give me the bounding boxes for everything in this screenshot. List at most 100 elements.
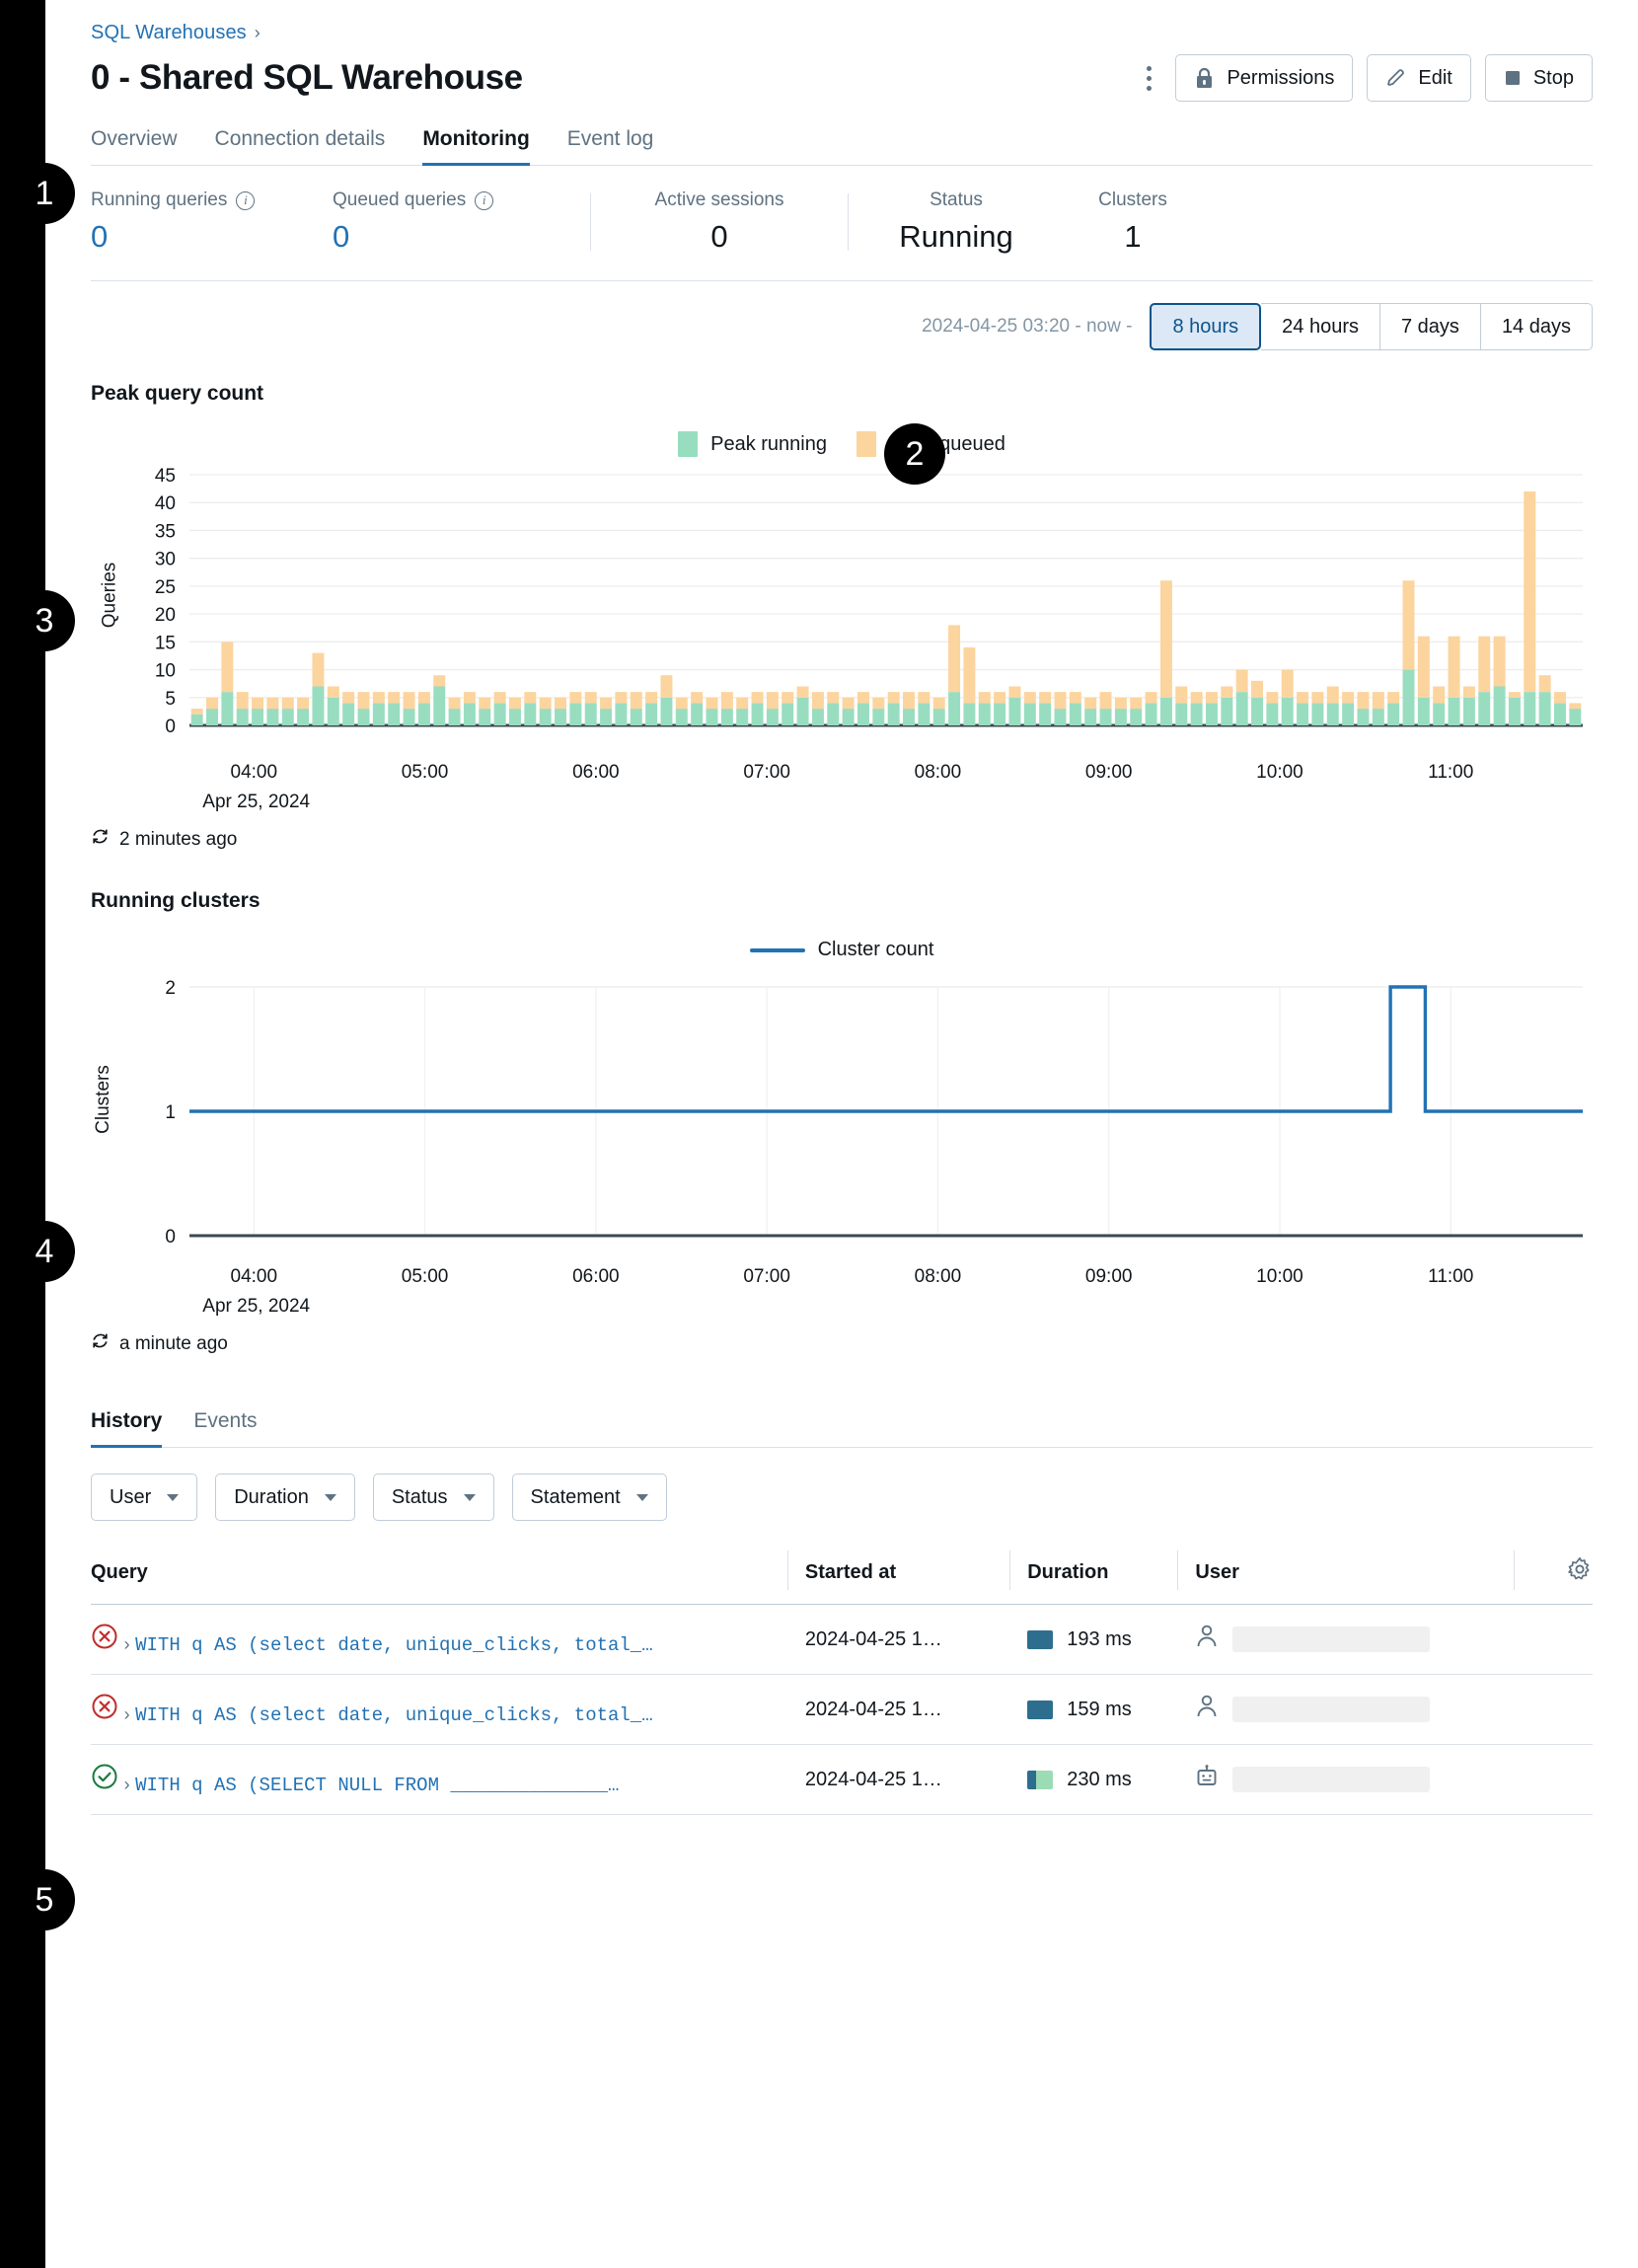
clusters-chart-xtick: 05:00 xyxy=(401,1266,449,1287)
edit-button[interactable]: Edit xyxy=(1367,54,1471,102)
column-header-query[interactable]: Query xyxy=(91,1543,787,1605)
stat-active-sessions-label: Active sessions xyxy=(654,189,784,210)
legend-swatch-peak-running xyxy=(678,431,699,457)
column-header-duration-label: Duration xyxy=(1027,1560,1109,1583)
expand-row-icon[interactable]: › xyxy=(124,1634,130,1654)
filter-duration[interactable]: Duration xyxy=(215,1474,355,1521)
peak-chart-refresh[interactable]: 2 minutes ago xyxy=(91,827,1593,852)
chevron-down-icon xyxy=(167,1493,180,1501)
legend-swatch-cluster-count xyxy=(749,947,805,952)
column-header-user[interactable]: User xyxy=(1177,1543,1514,1605)
peak-chart-xtick: 11:00 xyxy=(1428,762,1474,783)
peak-chart-xtick: 04:00 xyxy=(230,762,278,783)
tab-bar: Overview Connection details Monitoring E… xyxy=(91,127,1593,166)
tab-history[interactable]: History xyxy=(91,1409,163,1448)
clusters-chart-legend: Cluster count xyxy=(91,939,1593,961)
query-text[interactable]: WITH q AS (select date, unique_clicks, t… xyxy=(135,1634,653,1656)
column-header-settings[interactable] xyxy=(1513,1543,1593,1605)
gear-icon[interactable] xyxy=(1567,1556,1593,1587)
running-clusters-chart[interactable]: Clusters 0 1 2 04:00 05:00 06:00 07:00 08:00 09… xyxy=(91,971,1593,1325)
time-range-24-hours[interactable]: 24 hours xyxy=(1261,303,1380,350)
status-error-icon xyxy=(91,1624,124,1655)
svg-text:5: 5 xyxy=(165,689,176,710)
filter-status[interactable]: Status xyxy=(372,1474,494,1521)
svg-text:10: 10 xyxy=(155,661,176,682)
refresh-icon xyxy=(91,1331,110,1356)
svg-text:1: 1 xyxy=(165,1102,176,1123)
time-range-14-days[interactable]: 14 days xyxy=(1480,303,1593,350)
peak-chart-xtick: 10:00 xyxy=(1256,762,1303,783)
query-text[interactable]: WITH q AS (select date, unique_clicks, t… xyxy=(135,1704,653,1726)
column-header-started-at-label: Started at xyxy=(804,1560,897,1583)
time-range-7-days[interactable]: 7 days xyxy=(1380,303,1481,350)
tab-monitoring[interactable]: Monitoring xyxy=(422,127,530,166)
cell-user xyxy=(1177,1604,1514,1675)
svg-text:30: 30 xyxy=(155,550,176,570)
cell-query[interactable]: › WITH q AS (SELECT NULL FROM __________… xyxy=(91,1744,787,1815)
clusters-chart-refresh-text: a minute ago xyxy=(119,1332,228,1354)
time-range-text: 2024-04-25 03:20 - now - xyxy=(922,316,1133,337)
more-options-icon[interactable] xyxy=(1136,61,1161,95)
step-badge-3: 3 xyxy=(14,590,75,651)
stat-active-sessions-value: 0 xyxy=(710,219,728,254)
stop-button-label: Stop xyxy=(1532,66,1574,89)
peak-chart-xtick: 05:00 xyxy=(401,762,449,783)
filter-statement[interactable]: Statement xyxy=(511,1474,667,1521)
query-text[interactable]: WITH q AS (SELECT NULL FROM ____________… xyxy=(135,1775,619,1796)
lock-icon xyxy=(1194,67,1215,90)
cell-query[interactable]: › WITH q AS (select date, unique_clicks,… xyxy=(91,1674,787,1745)
breadcrumb-separator-icon: › xyxy=(254,23,261,42)
info-icon[interactable]: i xyxy=(475,190,494,210)
stop-square-icon xyxy=(1504,69,1522,87)
robot-icon xyxy=(1195,1764,1219,1795)
column-header-started-at[interactable]: Started at xyxy=(786,1543,1010,1605)
stat-active-sessions: Active sessions 0 xyxy=(591,189,848,255)
stat-queued-queries-label-wrap: Queued queries i xyxy=(333,189,584,211)
time-range-8-hours[interactable]: 8 hours xyxy=(1150,303,1262,350)
permissions-button[interactable]: Permissions xyxy=(1175,54,1354,102)
time-range-row: 2024-04-25 03:20 - now - 8 hours 24 hour… xyxy=(91,281,1593,364)
page-root: SQL Warehouses › 0 - Shared SQL Warehouse… xyxy=(45,0,1638,2268)
clusters-chart-refresh[interactable]: a minute ago xyxy=(91,1331,1593,1356)
tab-events[interactable]: Events xyxy=(193,1409,257,1448)
tab-overview[interactable]: Overview xyxy=(91,127,178,166)
peak-chart-legend: Peak running Peak queued xyxy=(91,431,1593,457)
bottom-tab-bar: History Events xyxy=(91,1409,1593,1448)
tab-connection-details[interactable]: Connection details xyxy=(215,127,386,166)
column-header-duration[interactable]: Duration xyxy=(1009,1543,1178,1605)
duration-text: 159 ms xyxy=(1067,1698,1132,1720)
clusters-chart-xtick: 07:00 xyxy=(743,1266,790,1287)
svg-text:35: 35 xyxy=(155,521,176,542)
table-row[interactable]: › WITH q AS (select date, unique_clicks,… xyxy=(91,1604,1593,1675)
stat-running-queries-label-wrap: Running queries i xyxy=(91,189,333,211)
peak-query-count-chart[interactable]: Queries 0 5 10 15 20 25 30 35 40 45 04:00 05:00 06:… xyxy=(91,466,1593,821)
filter-user[interactable]: User xyxy=(91,1474,198,1521)
clusters-chart-xtick: 06:00 xyxy=(572,1266,620,1287)
clusters-chart-xtick: 09:00 xyxy=(1084,1266,1133,1287)
stop-button[interactable]: Stop xyxy=(1484,54,1593,102)
stat-status-label: Status xyxy=(930,189,983,210)
filter-user-label: User xyxy=(110,1485,152,1508)
breadcrumb-sql-warehouses[interactable]: SQL Warehouses xyxy=(91,22,247,43)
table-row[interactable]: › WITH q AS (SELECT NULL FROM __________… xyxy=(91,1744,1593,1815)
legend-item-peak-running[interactable]: Peak running xyxy=(678,431,827,457)
legend-label-cluster-count: Cluster count xyxy=(817,939,934,960)
filter-status-label: Status xyxy=(391,1485,448,1508)
title-row: 0 - Shared SQL Warehouse Permissions Edi… xyxy=(91,54,1593,102)
info-icon[interactable]: i xyxy=(236,190,256,210)
cell-duration: 230 ms xyxy=(1009,1744,1178,1815)
clusters-chart-ylabel: Clusters xyxy=(92,1065,113,1134)
expand-row-icon[interactable]: › xyxy=(124,1775,130,1794)
legend-item-cluster-count[interactable]: Cluster count xyxy=(749,939,934,961)
tab-event-log[interactable]: Event log xyxy=(567,127,654,166)
expand-row-icon[interactable]: › xyxy=(124,1704,130,1724)
cell-duration: 193 ms xyxy=(1009,1604,1178,1675)
peak-chart-ylabel: Queries xyxy=(99,562,120,629)
table-row[interactable]: › WITH q AS (select date, unique_clicks,… xyxy=(91,1674,1593,1745)
chevron-down-icon xyxy=(635,1493,648,1501)
clusters-chart-xtick: 10:00 xyxy=(1256,1266,1303,1287)
cell-query[interactable]: › WITH q AS (select date, unique_clicks,… xyxy=(91,1604,787,1675)
svg-text:40: 40 xyxy=(155,493,176,514)
stat-status-value: Running xyxy=(899,219,1013,254)
svg-text:15: 15 xyxy=(155,633,176,653)
